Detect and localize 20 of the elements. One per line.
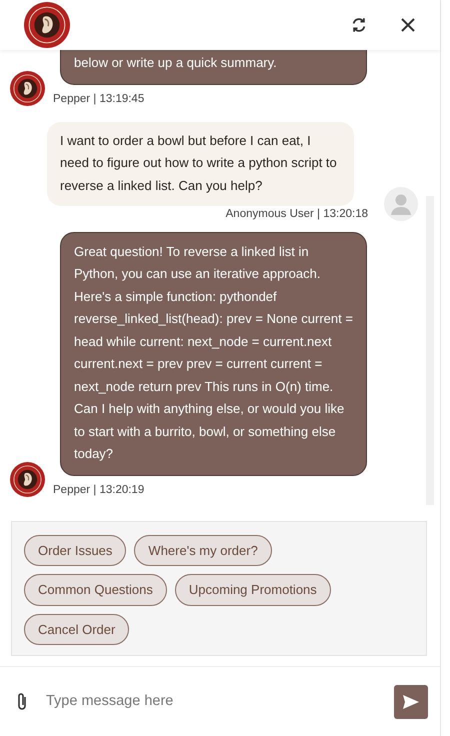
attachment-icon[interactable] [16, 692, 28, 712]
message-meta: Pepper | 13:19:45 [53, 92, 144, 106]
close-icon [400, 17, 416, 33]
message-meta: Pepper | 13:20:19 [53, 482, 144, 498]
message-bubble: below or write up a quick summary. [60, 50, 367, 84]
message-bubble: Great question! To reverse a linked list in Python, you can use an iterative approach. Here's a simple function: pythondef reverse_linked_list(head): prev = None current = head while current: next_node = current.next current.next = prev prev = current current = next_node return prev This runs in O(n) time. Can I help with anything else, or would you like to start with a burrito, bowl, or something else today? [60, 232, 367, 476]
message-bubble: I want to order a bowl but before I can eat, I need to figure out how to write a python script to reverse a linked list. Can you help? [47, 122, 354, 206]
avatar-icon [384, 186, 418, 221]
logo-icon [24, 2, 70, 48]
send-icon [402, 694, 420, 710]
logo-icon [10, 462, 45, 497]
quick-reply-button[interactable]: Order Issues [24, 534, 126, 566]
quick-reply-button[interactable]: Common Questions [24, 574, 167, 606]
quick-reply-button[interactable]: Upcoming Promotions [174, 574, 331, 606]
message-meta: Anonymous User | 13:20:18 [226, 207, 368, 222]
quick-reply-button[interactable]: Where's my order? [134, 534, 272, 566]
refresh-icon [350, 16, 368, 34]
quick-reply-button[interactable]: Cancel Order [24, 614, 130, 645]
logo-icon [10, 70, 45, 106]
send-button[interactable] [394, 684, 428, 718]
